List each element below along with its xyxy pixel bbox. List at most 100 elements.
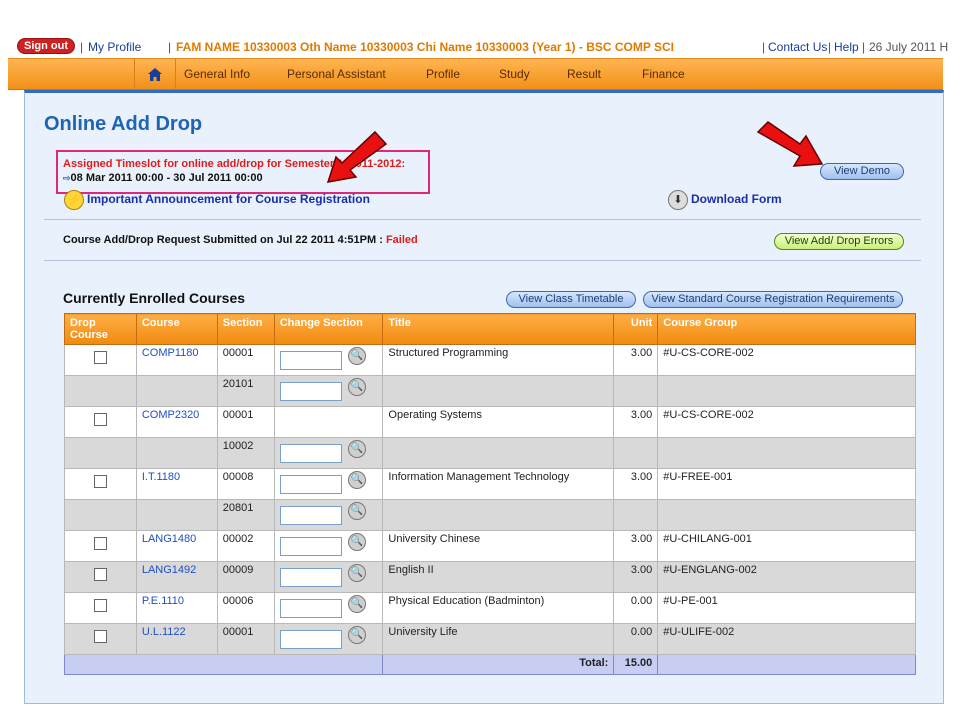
table-row: U.L.1122 00001 🔍 University Life 0.00 #U… [64,623,916,655]
table-row: P.E.1110 00006 🔍 Physical Education (Bad… [64,592,916,624]
change-section-cell: 🔍 [273,344,384,376]
title-cell: Information Management Technology [382,468,615,500]
course-code-link[interactable]: LANG1492 [142,564,196,576]
unit-cell: 0.00 [613,592,659,624]
nav-study[interactable]: Study [499,67,530,81]
total-label: Total: [382,654,615,675]
change-section-input[interactable] [279,630,342,649]
drop-cell [64,561,137,593]
divider [44,219,921,220]
arrow-right-icon: ⇨ [63,173,71,183]
change-section-cell: 🔍 [273,561,384,593]
table-row: I.T.1180 00008 🔍 Information Management … [64,468,916,500]
course-code-link[interactable]: I.T.1180 [142,471,180,483]
request-status-badge: Failed [385,234,418,246]
search-icon[interactable]: 🔍 [347,471,366,489]
nav-finance[interactable]: Finance [642,67,685,81]
title-cell [382,437,615,469]
total-filler [657,654,916,675]
sign-out-button[interactable]: Sign out [17,38,75,54]
table-row: COMP2320 00001 Operating Systems 3.00 #U… [64,406,916,438]
search-icon[interactable]: 🔍 [347,564,366,582]
nav-home[interactable] [134,59,176,89]
table-row: 20801 🔍 [64,499,916,531]
search-icon[interactable]: 🔍 [347,626,366,644]
change-section-input[interactable] [279,506,342,525]
change-section-input[interactable] [279,382,342,401]
course-cell: P.E.1110 [135,592,218,624]
course-cell [135,499,218,531]
section-cell: 00009 [216,561,275,593]
course-group-cell: #U-ENGLANG-002 [657,561,916,593]
view-requirements-button[interactable]: View Standard Course Registration Requir… [643,291,903,308]
col-change-section: Change Section [273,313,384,345]
drop-course-checkbox[interactable] [93,630,107,643]
nav-personal-assistant[interactable]: Personal Assistant [287,67,386,81]
change-section-cell: 🔍 [273,499,384,531]
view-timetable-button[interactable]: View Class Timetable [506,291,636,308]
change-section-input[interactable] [279,351,342,370]
search-icon[interactable]: 🔍 [347,502,366,520]
student-info: FAM NAME 10330003 Oth Name 10330003 Chi … [176,40,675,54]
contact-us-link[interactable]: Contact Us [768,40,827,54]
change-section-input[interactable] [279,568,342,587]
course-code-link[interactable]: U.L.1122 [142,626,186,638]
search-icon[interactable]: 🔍 [347,440,366,458]
announcement-link[interactable]: Important Announcement for Course Regist… [87,192,370,206]
course-code-link[interactable]: LANG1480 [142,533,196,545]
search-icon[interactable]: 🔍 [347,533,366,551]
title-cell: University Life [382,623,615,655]
search-icon[interactable]: 🔍 [347,378,366,396]
drop-course-checkbox[interactable] [93,475,107,488]
course-cell: COMP1180 [135,344,218,376]
current-date: 26 July 2011 H [869,40,949,54]
change-section-input[interactable] [279,444,342,463]
change-section-cell [273,406,384,438]
download-form-link[interactable]: Download Form [691,192,782,206]
nav-general-info[interactable]: General Info [184,67,250,81]
section-cell: 10002 [216,437,275,469]
help-link[interactable]: Help [834,40,859,54]
col-unit: Unit [613,313,659,345]
top-bar: Sign out | My Profile | FAM NAME 1033000… [0,36,960,58]
unit-cell: 3.00 [613,561,659,593]
table-row: 10002 🔍 [64,437,916,469]
course-group-cell: #U-ULIFE-002 [657,623,916,655]
view-demo-button[interactable]: View Demo [820,163,904,180]
separator: | [828,40,832,54]
drop-course-checkbox[interactable] [93,599,107,612]
my-profile-link[interactable]: My Profile [88,40,141,54]
table-row: 20101 🔍 [64,375,916,407]
course-group-cell: #U-FREE-001 [657,468,916,500]
drop-cell [64,530,137,562]
course-group-cell: #U-CHILANG-001 [657,530,916,562]
course-code-link[interactable]: P.E.1110 [142,595,184,607]
course-code-link[interactable]: COMP1180 [142,347,199,359]
nav-result[interactable]: Result [567,67,601,81]
drop-course-checkbox[interactable] [93,413,107,426]
section-cell: 20801 [216,499,275,531]
request-status-text: Course Add/Drop Request Submitted on Jul… [63,234,383,246]
change-section-input[interactable] [279,537,342,556]
drop-cell [64,375,137,407]
nav-profile[interactable]: Profile [426,67,460,81]
enrolled-courses-table: Drop Course Course Section Change Sectio… [63,313,916,675]
col-title: Title [382,313,615,345]
annotation-arrow-icon [756,121,824,167]
course-cell: LANG1480 [135,530,218,562]
drop-course-checkbox[interactable] [93,568,107,581]
drop-cell [64,623,137,655]
course-code-link[interactable]: COMP2320 [142,409,199,421]
title-cell [382,375,615,407]
download-icon[interactable]: ⬇ [668,190,688,210]
enrolled-courses-title: Currently Enrolled Courses [63,290,246,306]
request-status-line: Course Add/Drop Request Submitted on Jul… [63,234,418,246]
drop-course-checkbox[interactable] [93,351,107,364]
annotation-arrow-icon [326,130,388,183]
change-section-input[interactable] [279,475,342,494]
search-icon[interactable]: 🔍 [347,595,366,613]
drop-course-checkbox[interactable] [93,537,107,550]
view-errors-button[interactable]: View Add/ Drop Errors [774,233,904,250]
change-section-input[interactable] [279,599,342,618]
search-icon[interactable]: 🔍 [347,347,366,365]
